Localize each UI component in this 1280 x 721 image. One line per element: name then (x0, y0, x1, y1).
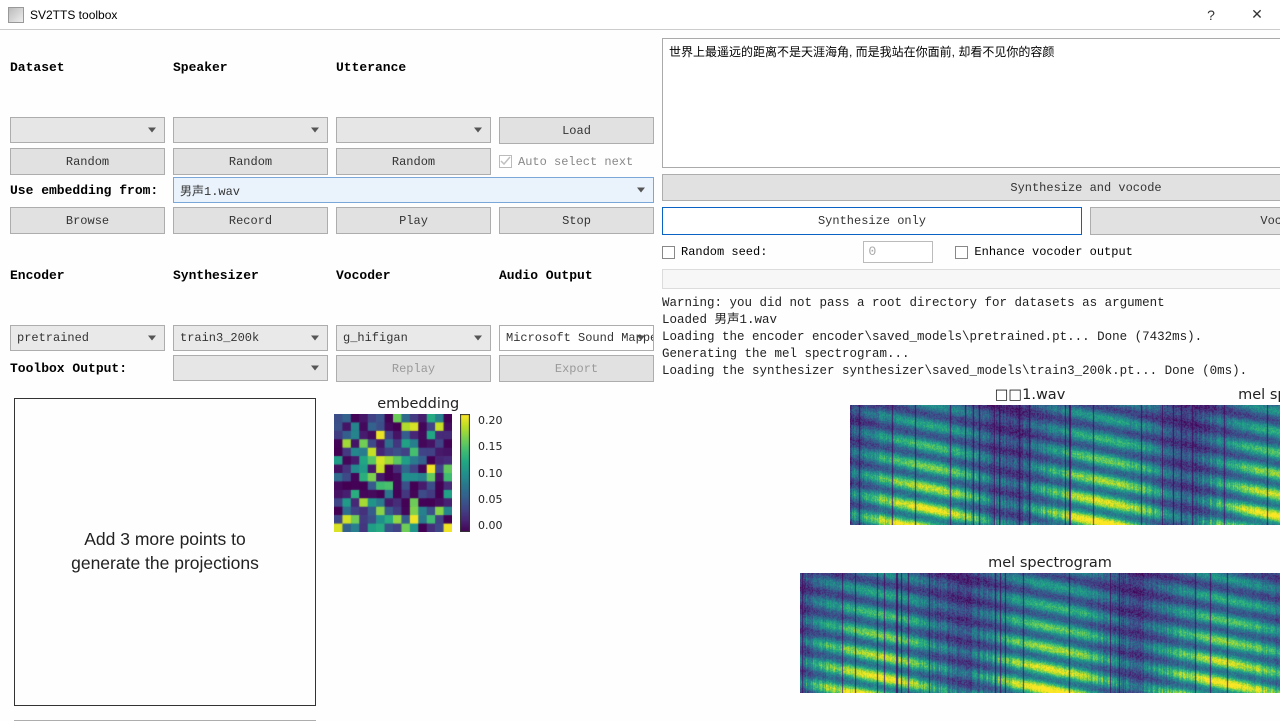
dataset-label: Dataset (10, 60, 165, 75)
audio-output-label: Audio Output (499, 268, 654, 283)
synthesizer-value: train3_200k (180, 331, 259, 345)
export-button[interactable]: Export (499, 355, 654, 382)
vocoder-label: Vocoder (336, 268, 491, 283)
utterance-label: Utterance (336, 60, 491, 75)
app-icon (8, 7, 24, 23)
utterance-combo[interactable] (336, 117, 491, 143)
mel1-title: mel spectrogram (1210, 387, 1280, 403)
synthesize-and-vocode-button[interactable]: Synthesize and vocode (662, 174, 1280, 201)
stop-button[interactable]: Stop (499, 207, 654, 234)
embedding-source-combo[interactable]: 男声1.wav (173, 177, 654, 203)
audio-output-value: Microsoft Sound Mapper (506, 331, 653, 345)
vocode-only-button[interactable]: Vocode only (1090, 207, 1280, 235)
record-button[interactable]: Record (173, 207, 328, 234)
random-dataset-button[interactable]: Random (10, 148, 165, 175)
checkbox-icon (662, 246, 675, 259)
toolbox-output-label: Toolbox Output: (10, 361, 165, 376)
random-seed-input[interactable] (863, 241, 933, 263)
projection-canvas: Add 3 more points to generate the projec… (14, 398, 316, 706)
vocoder-value: g_hifigan (343, 331, 408, 345)
random-speaker-button[interactable]: Random (173, 148, 328, 175)
auto-select-next-checkbox[interactable]: Auto select next (499, 148, 654, 175)
browse-button[interactable]: Browse (10, 207, 165, 234)
help-button[interactable]: ? (1188, 0, 1234, 30)
checkbox-icon (955, 246, 968, 259)
random-utterance-button[interactable]: Random (336, 148, 491, 175)
cbar-tick: 0.00 (478, 519, 503, 532)
encoder-label: Encoder (10, 268, 165, 283)
cbar-tick: 0.15 (478, 440, 503, 453)
cbar-tick: 0.10 (478, 467, 503, 480)
checkbox-icon (499, 155, 512, 168)
audio-output-combo[interactable]: Microsoft Sound Mapper (499, 325, 654, 351)
embedding-heatmap (334, 414, 452, 532)
random-seed-label: Random seed: (681, 245, 767, 259)
wav-title: □□1.wav (970, 387, 1090, 403)
load-button[interactable]: Load (499, 117, 654, 144)
titlebar[interactable]: SV2TTS toolbox ? ✕ (0, 0, 1280, 30)
encoder-value: pretrained (17, 331, 89, 345)
speaker-label: Speaker (173, 60, 328, 75)
mel-spectrogram-1 (850, 405, 1280, 525)
enhance-vocoder-label: Enhance vocoder output (974, 245, 1132, 259)
synthesizer-label: Synthesizer (173, 268, 328, 283)
random-seed-checkbox[interactable]: Random seed: (662, 245, 767, 259)
log-output: Warning: you did not pass a root directo… (662, 295, 1280, 379)
progress-bar (662, 269, 1280, 289)
enhance-vocoder-checkbox[interactable]: Enhance vocoder output (955, 245, 1132, 259)
use-embedding-label: Use embedding from: (10, 183, 165, 198)
window-title: SV2TTS toolbox (30, 8, 117, 22)
dataset-combo[interactable] (10, 117, 165, 143)
cbar-tick: 0.05 (478, 493, 503, 506)
synthesizer-combo[interactable]: train3_200k (173, 325, 328, 351)
toolbox-output-combo[interactable] (173, 355, 328, 381)
speaker-combo[interactable] (173, 117, 328, 143)
embedding-colorbar (460, 414, 470, 532)
synthesis-text-input[interactable] (662, 38, 1280, 168)
mel-spectrogram-2 (800, 573, 1280, 693)
mel2-title: mel spectrogram (988, 555, 1112, 571)
projection-placeholder: Add 3 more points to generate the projec… (71, 528, 259, 575)
close-button[interactable]: ✕ (1234, 0, 1280, 30)
play-button[interactable]: Play (336, 207, 491, 234)
embedding-source-value: 男声1.wav (180, 182, 240, 199)
replay-button[interactable]: Replay (336, 355, 491, 382)
encoder-combo[interactable]: pretrained (10, 325, 165, 351)
cbar-tick: 0.20 (478, 414, 503, 427)
embedding-title: embedding (377, 396, 459, 412)
vocoder-combo[interactable]: g_hifigan (336, 325, 491, 351)
auto-select-label: Auto select next (518, 155, 633, 169)
synthesize-only-button[interactable]: Synthesize only (662, 207, 1082, 235)
